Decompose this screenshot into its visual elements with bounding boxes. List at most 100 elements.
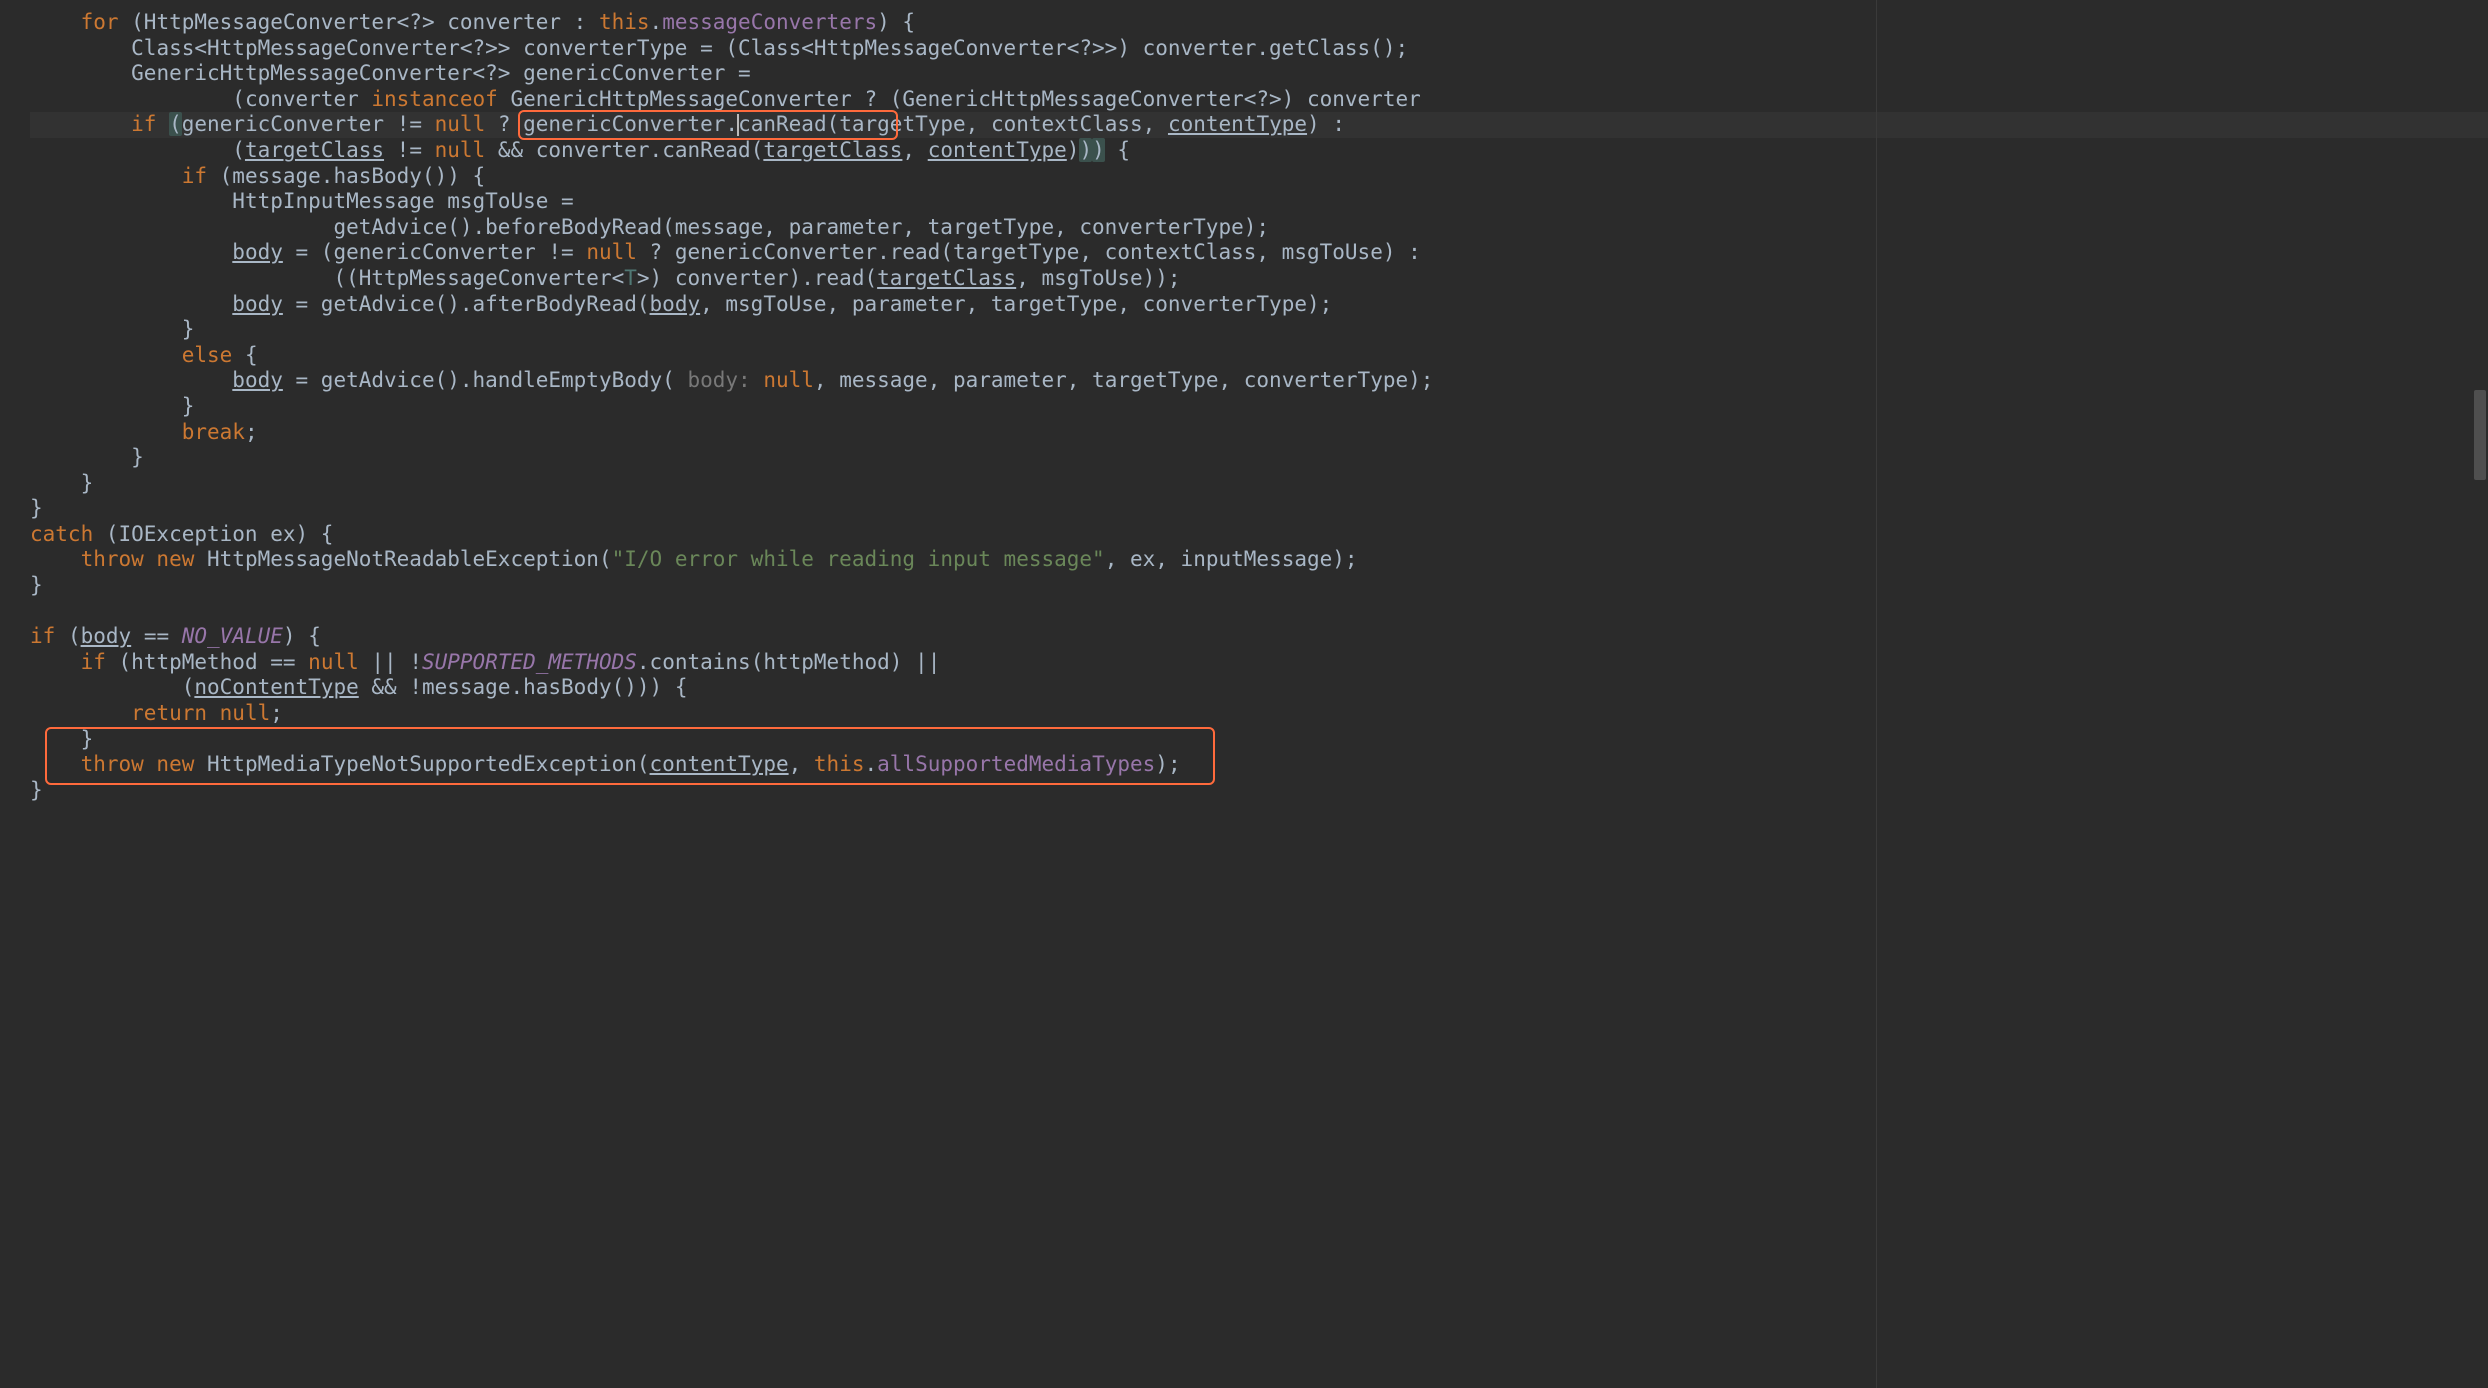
code-line[interactable]: }: [30, 471, 2488, 497]
code-token: ((HttpMessageConverter<: [333, 266, 624, 290]
code-token: }: [30, 496, 43, 520]
code-line[interactable]: getAdvice().beforeBodyRead(message, para…: [30, 215, 2488, 241]
code-token: }: [182, 317, 195, 341]
code-line[interactable]: Class<HttpMessageConverter<?>> converter…: [30, 36, 2488, 62]
code-token: this: [599, 10, 650, 34]
code-token: null: [435, 112, 486, 136]
code-line[interactable]: if (httpMethod == null || !SUPPORTED_MET…: [30, 650, 2488, 676]
code-line[interactable]: if (body == NO_VALUE) {: [30, 624, 2488, 650]
code-token: ): [1067, 138, 1080, 162]
code-line[interactable]: }: [30, 727, 2488, 753]
code-token: , msgToUse));: [1016, 266, 1180, 290]
code-token: null: [586, 240, 637, 264]
code-line[interactable]: }: [30, 496, 2488, 522]
code-line[interactable]: if (genericConverter != null ? genericCo…: [30, 112, 2488, 138]
code-line[interactable]: for (HttpMessageConverter<?> converter :…: [30, 10, 2488, 36]
scrollbar-thumb[interactable]: [2474, 390, 2486, 480]
code-token: T: [624, 266, 637, 290]
code-token: (converter: [232, 87, 371, 111]
code-line[interactable]: body = getAdvice().afterBodyRead(body, m…: [30, 292, 2488, 318]
code-line[interactable]: (noContentType && !message.hasBody())) {: [30, 675, 2488, 701]
code-line[interactable]: catch (IOException ex) {: [30, 522, 2488, 548]
code-token: {: [1105, 138, 1130, 162]
code-token: targetClass: [245, 138, 384, 162]
code-token: (: [232, 138, 245, 162]
code-token: }: [81, 727, 94, 751]
code-token: body: [232, 368, 283, 392]
code-line[interactable]: body = getAdvice().handleEmptyBody( body…: [30, 368, 2488, 394]
scrollbar-track[interactable]: [2472, 0, 2486, 1388]
right-margin-guide: [1876, 0, 1877, 1388]
code-editor[interactable]: for (HttpMessageConverter<?> converter :…: [0, 0, 2488, 803]
code-line[interactable]: throw new HttpMediaTypeNotSupportedExcep…: [30, 752, 2488, 778]
code-token: messageConverters: [662, 10, 877, 34]
code-token: || !: [359, 650, 422, 674]
code-token: .: [650, 10, 663, 34]
code-token: "I/O error while reading input message": [612, 547, 1105, 571]
code-token: }: [30, 573, 43, 597]
code-token: (: [55, 624, 80, 648]
code-token: Class<HttpMessageConverter<?>> converter…: [131, 36, 1408, 60]
code-token: targetClass: [763, 138, 902, 162]
code-line[interactable]: }: [30, 445, 2488, 471]
code-token: = getAdvice().afterBodyRead(: [283, 292, 650, 316]
code-line[interactable]: throw new HttpMessageNotReadableExceptio…: [30, 547, 2488, 573]
code-token: body: [650, 292, 701, 316]
code-token: (IOException ex) {: [93, 522, 333, 546]
code-token: !=: [384, 138, 435, 162]
code-token: , ex, inputMessage);: [1105, 547, 1358, 571]
code-token: (httpMethod ==: [106, 650, 308, 674]
code-token: noContentType: [194, 675, 358, 699]
code-line[interactable]: break;: [30, 420, 2488, 446]
code-line[interactable]: body = (genericConverter != null ? gener…: [30, 240, 2488, 266]
code-token: throw new: [81, 752, 195, 776]
code-line[interactable]: }: [30, 394, 2488, 420]
code-token: GenericHttpMessageConverter<?> genericCo…: [131, 61, 751, 85]
code-line[interactable]: [30, 599, 2488, 625]
code-token: , message, parameter, targetType, conver…: [814, 368, 1434, 392]
code-token: [751, 368, 764, 392]
code-token: if: [30, 624, 55, 648]
code-token: for: [81, 10, 119, 34]
code-token: ) :: [1307, 112, 1345, 136]
code-token: targetClass: [877, 266, 1016, 290]
code-token: body:: [687, 368, 750, 392]
code-token: && !message.hasBody())) {: [359, 675, 688, 699]
code-token: GenericHttpMessageConverter ? (GenericHt…: [498, 87, 1421, 111]
code-token: , msgToUse, parameter, targetType, conve…: [700, 292, 1332, 316]
code-token: (HttpMessageConverter<?> converter :: [119, 10, 599, 34]
code-line[interactable]: GenericHttpMessageConverter<?> genericCo…: [30, 61, 2488, 87]
code-line[interactable]: ((HttpMessageConverter<T>) converter).re…: [30, 266, 2488, 292]
code-token: if: [81, 650, 106, 674]
code-token: body: [232, 240, 283, 264]
code-line[interactable]: (targetClass != null && converter.canRea…: [30, 138, 2488, 164]
code-token: SUPPORTED_METHODS: [422, 650, 637, 674]
code-token: NO_VALUE: [182, 624, 283, 648]
code-token: body: [81, 624, 132, 648]
code-token: }: [131, 445, 144, 469]
code-token: ,: [789, 752, 814, 776]
code-line[interactable]: HttpInputMessage msgToUse =: [30, 189, 2488, 215]
code-token: }: [30, 778, 43, 802]
code-token: .contains(httpMethod) ||: [637, 650, 940, 674]
code-line[interactable]: else {: [30, 343, 2488, 369]
code-token: if: [131, 112, 156, 136]
code-token: [156, 112, 169, 136]
code-line[interactable]: if (message.hasBody()) {: [30, 164, 2488, 190]
code-token: HttpMediaTypeNotSupportedException(: [194, 752, 649, 776]
code-line[interactable]: }: [30, 573, 2488, 599]
code-token: ) {: [283, 624, 321, 648]
code-token: catch: [30, 522, 93, 546]
code-line[interactable]: return null;: [30, 701, 2488, 727]
code-token: contentType: [928, 138, 1067, 162]
code-line[interactable]: }: [30, 317, 2488, 343]
code-token: genericConverter !=: [182, 112, 435, 136]
code-token: ): [1079, 138, 1092, 162]
code-line[interactable]: (converter instanceof GenericHttpMessage…: [30, 87, 2488, 113]
code-token: ;: [270, 701, 283, 725]
code-token: .: [864, 752, 877, 776]
code-line[interactable]: }: [30, 778, 2488, 804]
code-token: null: [763, 368, 814, 392]
code-token: null: [308, 650, 359, 674]
code-token: instanceof: [371, 87, 497, 111]
